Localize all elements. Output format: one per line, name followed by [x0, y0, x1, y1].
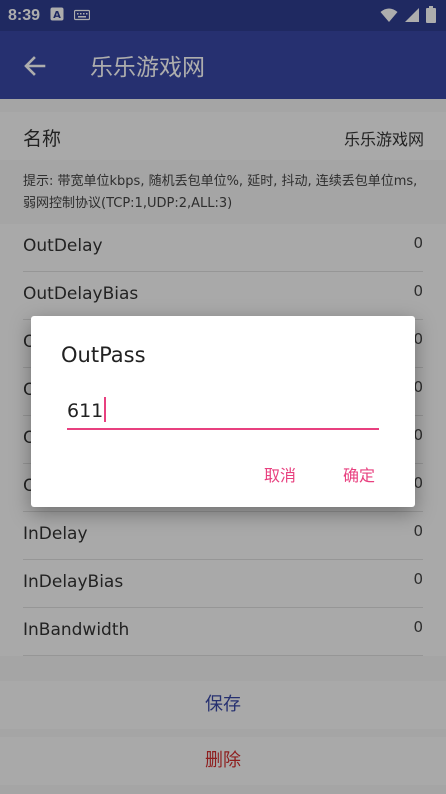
outpass-input[interactable]: 611: [67, 394, 379, 430]
text-cursor: [104, 397, 107, 422]
edit-dialog: OutPass 611 取消 确定: [31, 316, 415, 507]
dialog-title: OutPass: [61, 343, 146, 367]
screen: 8:39 A 乐乐游戏网 名称 乐乐游戏网 提示: 带宽单位kbps, 随机丢包…: [0, 0, 446, 794]
ok-button[interactable]: 确定: [343, 462, 375, 486]
outpass-input-value: 611: [67, 397, 107, 422]
cancel-button[interactable]: 取消: [264, 462, 296, 486]
